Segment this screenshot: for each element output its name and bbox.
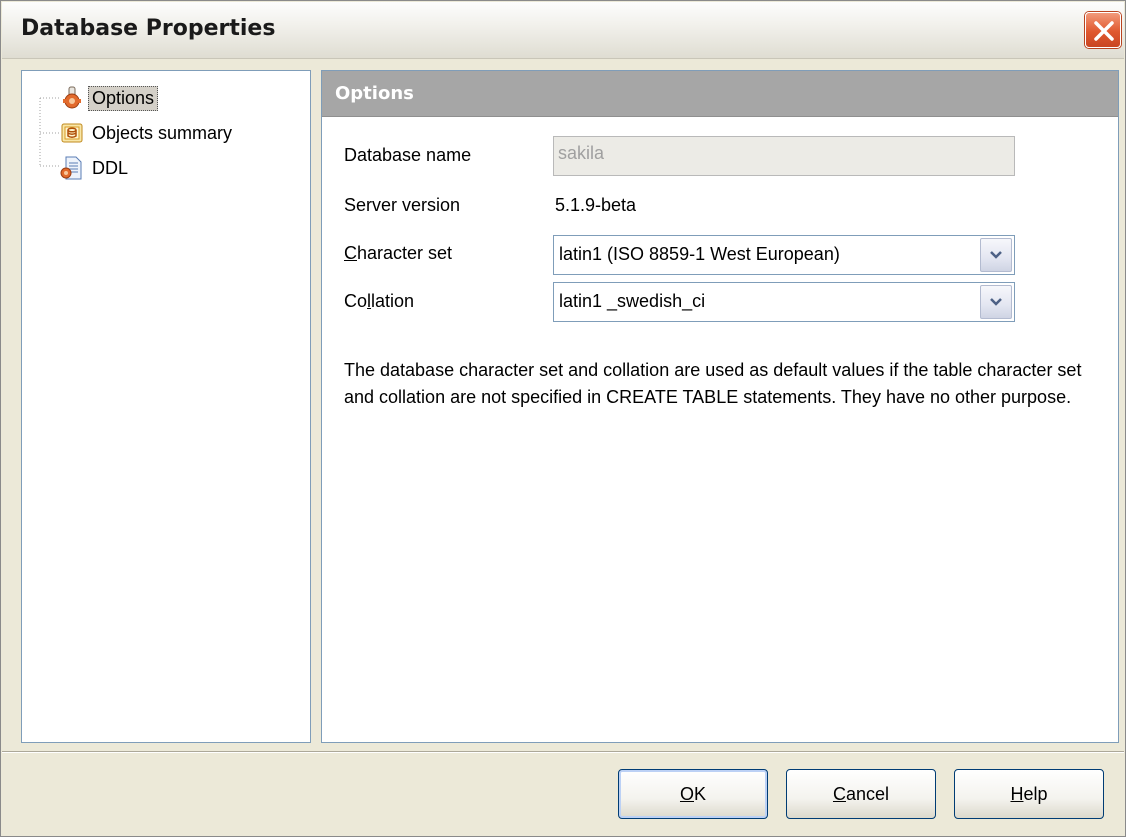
- cancel-mnemonic: C: [832, 783, 846, 804]
- server-version-value: 5.1.9-beta: [555, 195, 637, 215]
- chevron-down-icon: [990, 251, 1002, 259]
- character-set-mnemonic: C: [344, 243, 357, 263]
- objects-summary-icon: [60, 121, 84, 145]
- navigation-tree: Options Objects summary DDL: [21, 70, 311, 743]
- cancel-label-rest: ancel: [845, 783, 890, 804]
- panel-header-title: Options: [335, 83, 414, 104]
- collation-label-post: lation: [371, 291, 415, 311]
- database-name-value: sakila: [558, 143, 605, 163]
- tree-item-label: DDL: [92, 157, 129, 178]
- ok-button[interactable]: OK: [618, 769, 768, 819]
- ok-label-rest: K: [694, 783, 707, 804]
- character-set-selected: latin1 (ISO 8859-1 West European): [559, 244, 840, 264]
- character-set-label: Character set: [344, 243, 452, 264]
- chevron-down-icon: [990, 298, 1002, 306]
- collation-label-pre: Co: [344, 291, 368, 311]
- collation-selected: latin1 _swedish_ci: [559, 291, 706, 311]
- server-version-label: Server version: [344, 195, 461, 215]
- cancel-button[interactable]: Cancel: [786, 769, 936, 819]
- panel-header: Options: [322, 71, 1118, 117]
- close-button[interactable]: [1085, 12, 1121, 48]
- database-name-label: Database name: [344, 145, 472, 165]
- character-set-dropdown-button[interactable]: [980, 238, 1012, 272]
- tree-item-label: Objects summary: [92, 122, 233, 143]
- window-title: Database Properties: [21, 16, 276, 41]
- title-bar[interactable]: Database Properties: [2, 2, 1124, 59]
- database-name-field: sakila: [553, 136, 1015, 176]
- ddl-document-icon: [60, 156, 84, 180]
- footer-divider: [2, 751, 1124, 753]
- description-text: The database character set and collation…: [344, 360, 1082, 407]
- options-panel: Options Database name sakila Server vers…: [321, 70, 1119, 743]
- character-set-dropdown[interactable]: latin1 (ISO 8859-1 West European): [553, 235, 1015, 275]
- tree-item-label: Options: [88, 85, 159, 111]
- help-button[interactable]: Help: [954, 769, 1104, 819]
- dialog-window: Database Properties Options Objects summ…: [0, 0, 1126, 837]
- collation-label: Collation: [344, 291, 414, 312]
- help-label-rest: elp: [1023, 783, 1048, 804]
- ok-mnemonic: O: [679, 783, 694, 804]
- character-set-label-rest: haracter set: [357, 243, 453, 263]
- help-mnemonic: H: [1010, 783, 1024, 804]
- tree-item-options[interactable]: Options: [60, 84, 159, 112]
- collation-dropdown-button[interactable]: [980, 285, 1012, 319]
- tree-item-objects-summary[interactable]: Objects summary: [60, 119, 236, 147]
- collation-dropdown[interactable]: latin1 _swedish_ci: [553, 282, 1015, 322]
- close-icon: [1094, 21, 1114, 41]
- tree-item-ddl[interactable]: DDL: [60, 154, 132, 182]
- options-gear-icon: [60, 86, 84, 110]
